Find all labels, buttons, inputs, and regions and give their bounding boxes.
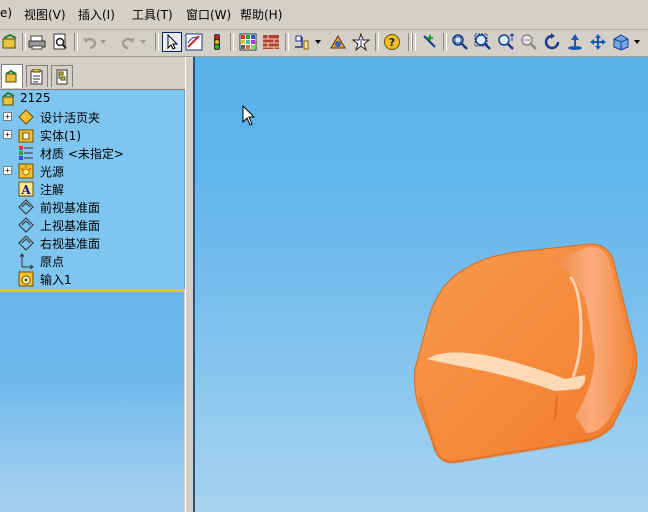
undo-dropdown-icon[interactable] [98,32,108,52]
tab-feature-manager[interactable] [1,64,23,88]
menu-help[interactable]: 帮助(H) [240,6,282,23]
print-preview-icon[interactable] [50,32,70,52]
feature-manager-panel: 2125 + 设计活页夹 + 实体(1) 材质 <未指定> + 光源 A 注解 [0,57,193,512]
zoom-select-icon[interactable] [519,32,539,52]
print-icon[interactable] [27,32,47,52]
annotation-icon: A [18,181,34,197]
graphics-area[interactable] [193,57,648,512]
feature-tree: 2125 + 设计活页夹 + 实体(1) 材质 <未指定> + 光源 A 注解 [0,90,185,289]
mouse-cursor-icon [242,105,256,126]
svg-text:?: ? [389,36,395,49]
menu-bar: e) 视图(V) 插入(I) 工具(T) 窗口(W) 帮助(H) [0,0,648,30]
tree-item-front-plane[interactable]: 前视基准面 [0,198,184,216]
pan-icon[interactable] [588,32,608,52]
material-icon [19,146,33,160]
menu-tools[interactable]: 工具(T) [132,6,173,23]
svg-text:A: A [20,183,31,197]
manager-tabs [0,63,192,90]
tab-configuration-manager[interactable] [51,65,73,87]
tree-item-annotations[interactable]: A 注解 [0,180,184,198]
dimension-dropdown-icon[interactable] [313,32,323,52]
lights-icon [18,163,34,179]
zoom-fit-icon[interactable] [450,32,470,52]
magnet-icon[interactable] [420,32,440,52]
menu-view[interactable]: 视图(V) [24,6,66,23]
expand-toggle[interactable]: + [3,112,12,121]
menu-window[interactable]: 窗口(W) [186,6,231,23]
tree-item-design-binder[interactable]: + 设计活页夹 [0,108,184,126]
plane-icon [18,199,34,215]
tree-item-solid-bodies[interactable]: + 实体(1) [0,126,184,144]
zoom-area-icon[interactable] [473,32,493,52]
pan-up-icon[interactable] [565,32,585,52]
traffic-light-icon[interactable] [207,32,227,52]
part-model[interactable] [195,57,648,512]
grid-icon[interactable] [238,32,258,52]
import-icon [18,271,34,287]
brick-icon[interactable] [261,32,281,52]
tree-item-lights[interactable]: + 光源 [0,162,184,180]
menu-edit[interactable]: e) [0,6,12,20]
part-icon [2,91,15,106]
solid-body-icon [18,129,34,143]
star-icon[interactable] [351,32,371,52]
view-orient-icon[interactable] [611,32,631,52]
smart-icon[interactable] [328,32,348,52]
tree-item-material[interactable]: 材质 <未指定> [0,144,184,162]
select-icon[interactable] [162,32,182,52]
view-orient-dropdown-icon[interactable] [632,32,642,52]
dimension-icon[interactable] [292,32,312,52]
sketch-icon[interactable] [184,32,204,52]
menu-insert[interactable]: 插入(I) [78,6,115,23]
tree-root[interactable]: 2125 [0,90,184,108]
expand-toggle[interactable]: + [3,166,12,175]
help-icon[interactable]: ? [382,32,402,52]
tree-item-origin[interactable]: 原点 [0,252,184,270]
standard-toolbar: ? [0,30,648,57]
rotate-icon[interactable] [542,32,562,52]
redo-dropdown-icon[interactable] [138,32,148,52]
plane-icon [18,217,34,233]
undo-icon[interactable] [80,32,100,52]
expand-toggle[interactable]: + [3,130,12,139]
tree-item-top-plane[interactable]: 上视基准面 [0,216,184,234]
redo-icon[interactable] [118,32,138,52]
plane-icon [18,235,34,251]
tree-item-right-plane[interactable]: 右视基准面 [0,234,184,252]
binder-icon [18,109,34,125]
panel-empty-area [0,292,184,512]
tab-property-manager[interactable] [26,65,48,87]
origin-icon [19,253,34,269]
panel-splitter[interactable] [185,57,193,512]
tree-item-import[interactable]: 输入1 [0,270,184,288]
rebuild-icon[interactable] [0,32,20,52]
zoom-in-out-icon[interactable] [496,32,516,52]
